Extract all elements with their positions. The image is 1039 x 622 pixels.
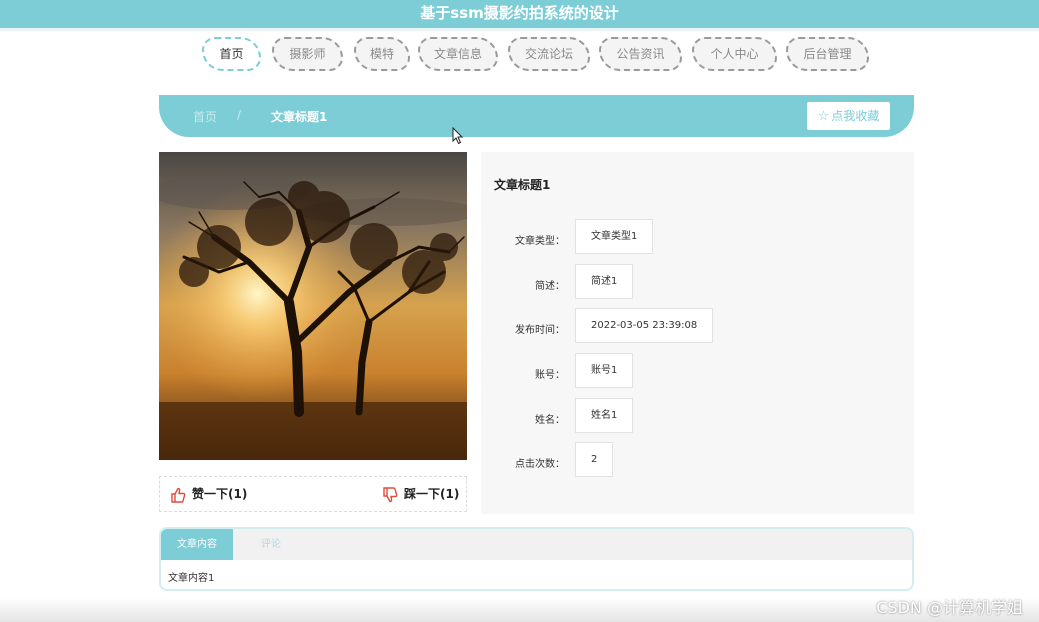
- field-label-publish-time: 发布时间：: [515, 325, 565, 336]
- field-value-type: 文章类型1: [575, 219, 654, 254]
- top-header: 基于ssm摄影约拍系统的设计: [0, 0, 1039, 31]
- field-label-account: 账号：: [535, 370, 565, 381]
- nav-item-forum[interactable]: 交流论坛: [508, 37, 590, 71]
- nav-item-personal-center[interactable]: 个人中心: [692, 37, 777, 71]
- field-value-account: 账号1: [575, 353, 634, 388]
- tabs-header: 文章内容 评论: [161, 529, 912, 560]
- main-nav: 首页 摄影师 模特 文章信息 交流论坛 公告资讯 个人中心 后台管理: [0, 37, 1039, 71]
- header-divider: [0, 28, 1039, 31]
- nav-item-photographer[interactable]: 摄影师: [272, 37, 343, 71]
- vote-box: 赞一下(1) 踩一下(1): [159, 476, 467, 512]
- article-info-panel: 文章标题1 文章类型： 文章类型1 简述： 简述1 发布时间： 2022-03-…: [481, 152, 914, 514]
- vote-down-label: 踩一下(1): [404, 487, 460, 501]
- content-tabs: 文章内容 评论 文章内容1: [159, 527, 914, 591]
- nav-item-articles[interactable]: 文章信息: [418, 37, 498, 71]
- tab-article-content[interactable]: 文章内容: [161, 529, 233, 560]
- mouse-cursor-icon: [452, 127, 464, 145]
- nav-item-model[interactable]: 模特: [354, 37, 410, 71]
- field-value-click-count: 2: [575, 442, 614, 477]
- field-value-summary: 简述1: [575, 264, 634, 299]
- field-label-summary: 简述：: [535, 281, 565, 292]
- vote-up-button[interactable]: 赞一下(1): [170, 485, 247, 503]
- watermark: CSDN @计算机学姐: [876, 598, 1023, 617]
- article-cover-image: [159, 152, 467, 460]
- tab-content-text: 文章内容1: [168, 573, 215, 584]
- field-label-click-count: 点击次数：: [515, 459, 565, 470]
- field-value-publish-time: 2022-03-05 23:39:08: [575, 308, 714, 343]
- thumbs-down-icon: [383, 486, 398, 502]
- breadcrumb-current: 文章标题1: [271, 110, 328, 124]
- tab-comments[interactable]: 评论: [233, 529, 309, 560]
- breadcrumb-home-link[interactable]: 首页: [193, 108, 217, 125]
- favorite-button[interactable]: ☆ 点我收藏: [807, 102, 890, 130]
- field-label-type: 文章类型：: [515, 236, 565, 247]
- favorite-button-label: 点我收藏: [831, 109, 880, 123]
- article-title: 文章标题1: [494, 178, 551, 192]
- breadcrumb-bar: 首页 / 文章标题1 ☆ 点我收藏: [159, 95, 914, 137]
- vote-up-label: 赞一下(1): [192, 487, 248, 501]
- breadcrumb-separator: /: [237, 108, 242, 122]
- field-value-name: 姓名1: [575, 398, 634, 433]
- nav-item-announcements[interactable]: 公告资讯: [599, 37, 682, 71]
- nav-item-admin[interactable]: 后台管理: [786, 37, 869, 71]
- field-label-name: 姓名：: [535, 415, 565, 426]
- nav-item-home[interactable]: 首页: [202, 37, 261, 71]
- site-title: 基于ssm摄影约拍系统的设计: [420, 4, 619, 22]
- star-outline-icon: ☆: [817, 109, 830, 124]
- thumbs-up-icon: [171, 487, 186, 503]
- vote-down-button[interactable]: 踩一下(1): [382, 485, 459, 503]
